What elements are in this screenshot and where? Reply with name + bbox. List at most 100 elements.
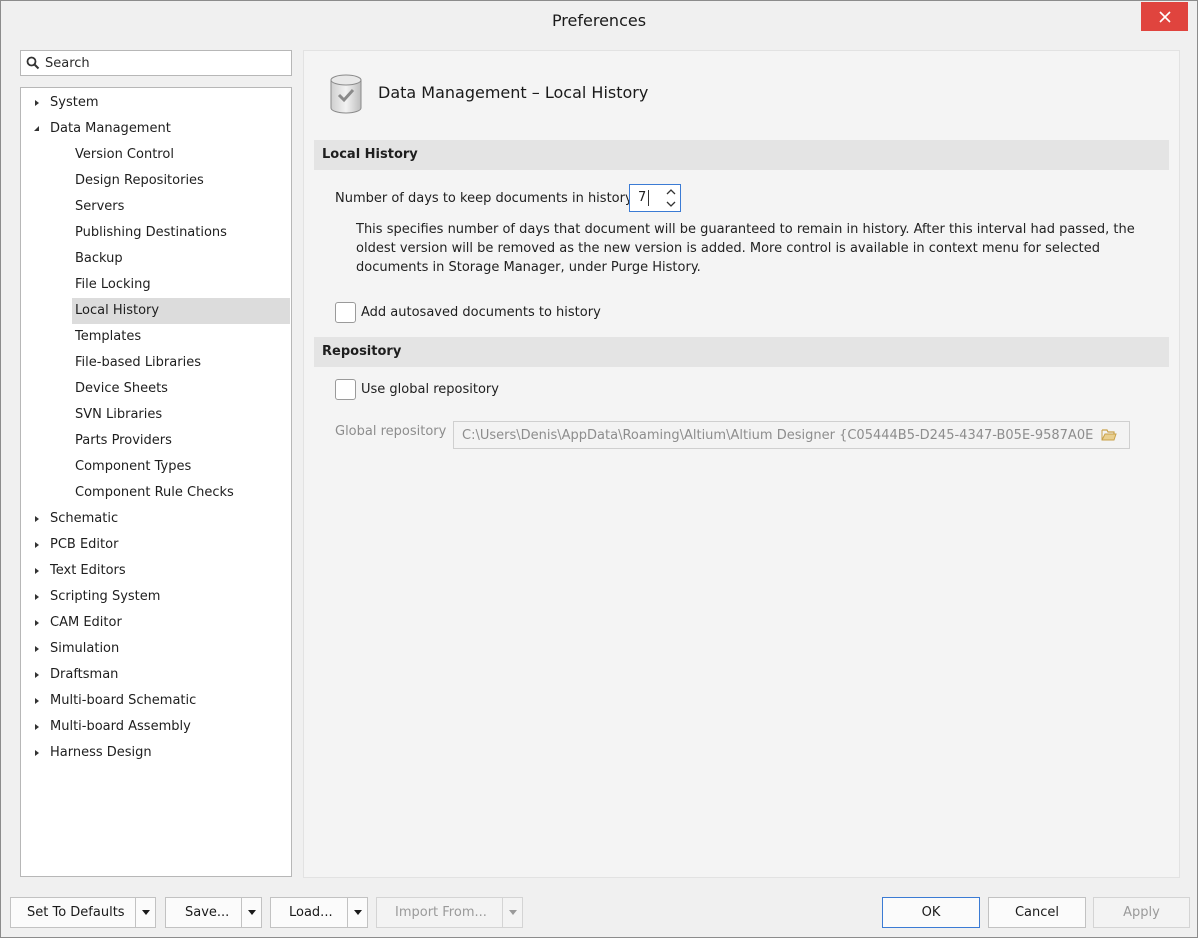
days-to-keep-spinner[interactable]: 7: [629, 184, 681, 212]
tree-item-label[interactable]: PCB Editor: [50, 537, 118, 552]
tree-item-svn-libraries[interactable]: SVN Libraries: [22, 402, 290, 428]
tree-item-harness-design[interactable]: Harness Design: [22, 740, 290, 766]
tree-item-label[interactable]: Parts Providers: [75, 433, 172, 448]
ok-label[interactable]: OK: [883, 905, 979, 920]
tree-item-draftsman[interactable]: Draftsman: [22, 662, 290, 688]
window-title: Preferences: [551, 11, 647, 30]
tree-item-version-control[interactable]: Version Control: [22, 142, 290, 168]
import-from-label[interactable]: Import From...: [395, 905, 487, 920]
tree-item-label[interactable]: Design Repositories: [75, 173, 204, 188]
save-dropdown-icon[interactable]: [248, 910, 256, 915]
collapsed-arrow-icon[interactable]: [32, 592, 42, 602]
tree-item-label[interactable]: Text Editors: [50, 563, 126, 578]
collapsed-arrow-icon[interactable]: [32, 696, 42, 706]
tree-item-label[interactable]: File-based Libraries: [75, 355, 201, 370]
tree-item-label[interactable]: Component Types: [75, 459, 191, 474]
tree-item-scripting-system[interactable]: Scripting System: [22, 584, 290, 610]
collapsed-arrow-icon[interactable]: [32, 748, 42, 758]
tree-item-backup[interactable]: Backup: [22, 246, 290, 272]
tree-item-text-editors[interactable]: Text Editors: [22, 558, 290, 584]
tree-item-label[interactable]: Multi-board Schematic: [50, 693, 196, 708]
set-to-defaults-button[interactable]: Set To Defaults: [10, 897, 156, 928]
cancel-button[interactable]: Cancel: [988, 897, 1086, 928]
tree-item-design-repositories[interactable]: Design Repositories: [22, 168, 290, 194]
collapsed-arrow-icon[interactable]: [32, 670, 42, 680]
use-global-repository-checkbox[interactable]: [335, 379, 356, 400]
tree-item-cam-editor[interactable]: CAM Editor: [22, 610, 290, 636]
preferences-dialog: Preferences System Data Management Version…: [0, 0, 1198, 938]
tree-item-label[interactable]: Servers: [75, 199, 124, 214]
tree-item-label[interactable]: Device Sheets: [75, 381, 168, 396]
search-input[interactable]: [45, 51, 285, 75]
apply-label[interactable]: Apply: [1094, 905, 1189, 920]
tree-item-label[interactable]: Backup: [75, 251, 123, 266]
expanded-arrow-icon[interactable]: [32, 124, 42, 134]
tree-item-label[interactable]: Schematic: [50, 511, 118, 526]
import-from-button[interactable]: Import From...: [376, 897, 523, 928]
tree-item-label[interactable]: Component Rule Checks: [75, 485, 234, 500]
tree-item-file-locking[interactable]: File Locking: [22, 272, 290, 298]
save-label[interactable]: Save...: [185, 905, 229, 920]
tree-item-device-sheets[interactable]: Device Sheets: [22, 376, 290, 402]
tree-item-label[interactable]: Simulation: [50, 641, 119, 656]
search-icon: [26, 56, 40, 70]
folder-open-icon: [1101, 429, 1117, 441]
collapsed-arrow-icon[interactable]: [32, 618, 42, 628]
tree-item-label[interactable]: SVN Libraries: [75, 407, 162, 422]
days-to-keep-value[interactable]: 7: [638, 190, 650, 206]
tree-item-file-based-libraries[interactable]: File-based Libraries: [22, 350, 290, 376]
autosave-history-label[interactable]: Add autosaved documents to history: [361, 305, 601, 320]
tree-item-templates[interactable]: Templates: [22, 324, 290, 350]
collapsed-arrow-icon[interactable]: [32, 722, 42, 732]
tree-item-label[interactable]: Scripting System: [50, 589, 160, 604]
ok-button[interactable]: OK: [882, 897, 980, 928]
set-to-defaults-dropdown-icon[interactable]: [142, 910, 150, 915]
collapsed-arrow-icon[interactable]: [32, 514, 42, 524]
page-title: Data Management – Local History: [378, 83, 649, 102]
tree-item-system[interactable]: System: [22, 90, 290, 116]
tree-item-schematic[interactable]: Schematic: [22, 506, 290, 532]
autosave-history-checkbox[interactable]: [335, 302, 356, 323]
preferences-tree[interactable]: System Data Management Version Control Desi…: [20, 87, 292, 877]
tree-item-multi-board-assembly[interactable]: Multi-board Assembly: [22, 714, 290, 740]
load-button[interactable]: Load...: [270, 897, 368, 928]
tree-item-label[interactable]: Version Control: [75, 147, 174, 162]
load-dropdown-icon[interactable]: [354, 910, 362, 915]
settings-panel: Data Management – Local History Local Hi…: [303, 50, 1180, 878]
collapsed-arrow-icon[interactable]: [32, 644, 42, 654]
cancel-label[interactable]: Cancel: [989, 905, 1085, 920]
tree-item-data-management[interactable]: Data Management: [22, 116, 290, 142]
spin-up-icon[interactable]: [664, 186, 678, 198]
tree-item-component-types[interactable]: Component Types: [22, 454, 290, 480]
collapsed-arrow-icon[interactable]: [32, 98, 42, 108]
tree-item-publishing-destinations[interactable]: Publishing Destinations: [22, 220, 290, 246]
apply-button[interactable]: Apply: [1093, 897, 1190, 928]
collapsed-arrow-icon[interactable]: [32, 540, 42, 550]
use-global-repository-label[interactable]: Use global repository: [361, 382, 499, 397]
close-button[interactable]: [1141, 2, 1188, 31]
import-from-dropdown-icon[interactable]: [509, 910, 517, 915]
tree-item-label[interactable]: CAM Editor: [50, 615, 122, 630]
tree-item-component-rule-checks[interactable]: Component Rule Checks: [22, 480, 290, 506]
spin-down-icon[interactable]: [664, 198, 678, 210]
set-to-defaults-label[interactable]: Set To Defaults: [27, 905, 125, 920]
tree-item-pcb-editor[interactable]: PCB Editor: [22, 532, 290, 558]
tree-item-label[interactable]: System: [50, 95, 98, 110]
tree-item-label[interactable]: File Locking: [75, 277, 151, 292]
tree-item-local-history[interactable]: Local History: [22, 298, 290, 324]
tree-item-label[interactable]: Publishing Destinations: [75, 225, 227, 240]
tree-item-label[interactable]: Templates: [75, 329, 141, 344]
tree-item-simulation[interactable]: Simulation: [22, 636, 290, 662]
tree-item-parts-providers[interactable]: Parts Providers: [22, 428, 290, 454]
tree-item-label[interactable]: Draftsman: [50, 667, 118, 682]
tree-item-multi-board-schematic[interactable]: Multi-board Schematic: [22, 688, 290, 714]
tree-item-label[interactable]: Harness Design: [50, 745, 152, 760]
tree-item-label[interactable]: Multi-board Assembly: [50, 719, 191, 734]
save-button[interactable]: Save...: [165, 897, 262, 928]
search-box[interactable]: [20, 50, 292, 76]
collapsed-arrow-icon[interactable]: [32, 566, 42, 576]
tree-item-servers[interactable]: Servers: [22, 194, 290, 220]
tree-item-label[interactable]: Local History: [75, 303, 159, 318]
tree-item-label[interactable]: Data Management: [50, 121, 171, 136]
load-label[interactable]: Load...: [289, 905, 333, 920]
